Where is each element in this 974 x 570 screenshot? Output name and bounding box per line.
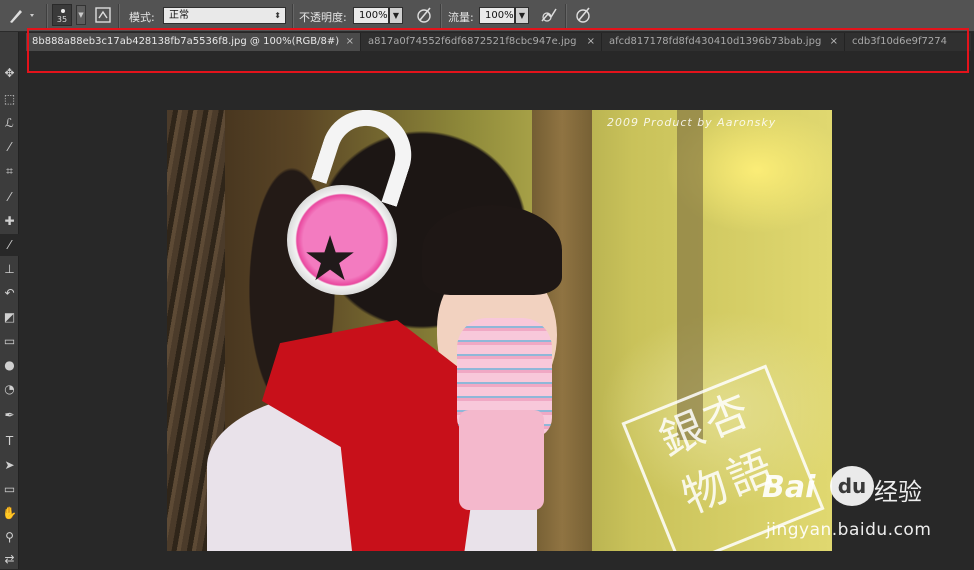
photo-bangs [422,205,562,295]
toolbox: ✥ ⬚ ℒ ⁄ ⌗ ⁄ ✚ ⁄ ⊥ ↶ ◩ ▭ ● ◔ ✒ T ➤ ▭ ✋ ⚲ ⇄ [0,32,19,569]
tab-label: afcd817178fd8fd430410d1396b73bab.jpg [609,36,822,47]
separator [565,4,567,28]
tab-label: a817a0f74552f6df6872521f8cbc947e.jpg [368,36,577,47]
watermark-site: jingyan.baidu.com [766,520,932,540]
airbrush-icon[interactable] [538,5,560,25]
paw-icon: du [830,466,874,506]
tab-label: cdb3f10d6e9f7274 [852,36,947,47]
document-tab-1[interactable]: 8b888a88eb3c17ab428138fb7a5536f8.jpg @ 1… [26,33,361,51]
star-icon: ★ [302,222,358,295]
opacity-dropdown-icon[interactable]: ▼ [389,7,403,24]
close-icon[interactable]: × [587,33,595,51]
eraser-tool-icon[interactable]: ◩ [0,306,19,328]
marquee-tool-icon[interactable]: ⬚ [0,88,19,110]
separator [292,4,294,28]
opacity-input[interactable]: 100% [353,7,389,24]
blur-tool-icon[interactable]: ● [0,354,19,376]
lasso-tool-icon[interactable]: ℒ [0,112,19,134]
brush-panel-toggle-icon[interactable] [92,5,114,25]
brush-size-picker[interactable]: 35 [52,4,72,26]
quick-select-tool-icon[interactable]: ⁄ [0,136,19,158]
type-tool-icon[interactable]: T [0,430,19,452]
close-icon[interactable]: × [830,33,838,51]
hand-tool-icon[interactable]: ✋ [0,502,19,524]
healing-brush-tool-icon[interactable]: ✚ [0,210,19,232]
brush-size-dropdown-icon[interactable]: ▼ [76,5,86,25]
clone-stamp-tool-icon[interactable]: ⊥ [0,258,19,280]
path-select-tool-icon[interactable]: ➤ [0,454,19,476]
flow-input[interactable]: 100% [479,7,515,24]
mode-select[interactable]: 正常 ⬍ [163,7,286,24]
gradient-tool-icon[interactable]: ▭ [0,330,19,352]
shape-tool-icon[interactable]: ▭ [0,478,19,500]
document-tab-4[interactable]: cdb3f10d6e9f7274 [846,33,971,51]
separator [440,4,442,28]
mode-value: 正常 [169,10,189,21]
watermark-brand-right: 经验 [874,478,922,506]
brush-size-value: 35 [56,15,68,24]
zoom-tool-icon[interactable]: ⚲ [0,526,19,548]
history-brush-tool-icon[interactable]: ↶ [0,282,19,304]
pressure-size-icon[interactable] [572,5,594,25]
brush-tool-icon[interactable]: ⁄ [0,234,19,256]
document-tab-3[interactable]: afcd817178fd8fd430410d1396b73bab.jpg × [603,33,845,51]
brush-preset-icon[interactable] [6,5,34,25]
opacity-label: 不透明度: [299,11,347,24]
watermark-brand-left: Bai [762,470,816,505]
pressure-opacity-icon[interactable] [413,5,435,25]
separator [46,4,48,28]
options-bar: 35 ▼ 模式: 正常 ⬍ 不透明度: 100% ▼ 流量: 100% ▼ [0,0,974,32]
move-tool-icon[interactable]: ✥ [0,62,19,84]
photo-glove-cuff [459,410,544,510]
flow-label: 流量: [448,11,474,24]
close-icon[interactable]: × [346,33,354,51]
dodge-tool-icon[interactable]: ◔ [0,378,19,400]
pen-tool-icon[interactable]: ✒ [0,404,19,426]
eyedropper-tool-icon[interactable]: ⁄ [0,186,19,208]
mode-label: 模式: [129,11,155,24]
document-photo[interactable]: ★ 2009 Product by Aaronsky 銀杏 物語 [167,110,832,551]
crop-tool-icon[interactable]: ⌗ [0,160,19,182]
swap-colors-icon[interactable]: ⇄ [0,548,19,570]
document-tab-bar: 8b888a88eb3c17ab428138fb7a5536f8.jpg @ 1… [26,33,971,51]
tab-label: 8b888a88eb3c17ab428138fb7a5536f8.jpg @ 1… [32,36,340,47]
photo-copyright-text: 2009 Product by Aaronsky [607,116,777,129]
document-tab-2[interactable]: a817a0f74552f6df6872521f8cbc947e.jpg × [362,33,602,51]
chevron-down-icon: ⬍ [274,11,281,20]
flow-dropdown-icon[interactable]: ▼ [515,7,529,24]
separator [118,4,120,28]
